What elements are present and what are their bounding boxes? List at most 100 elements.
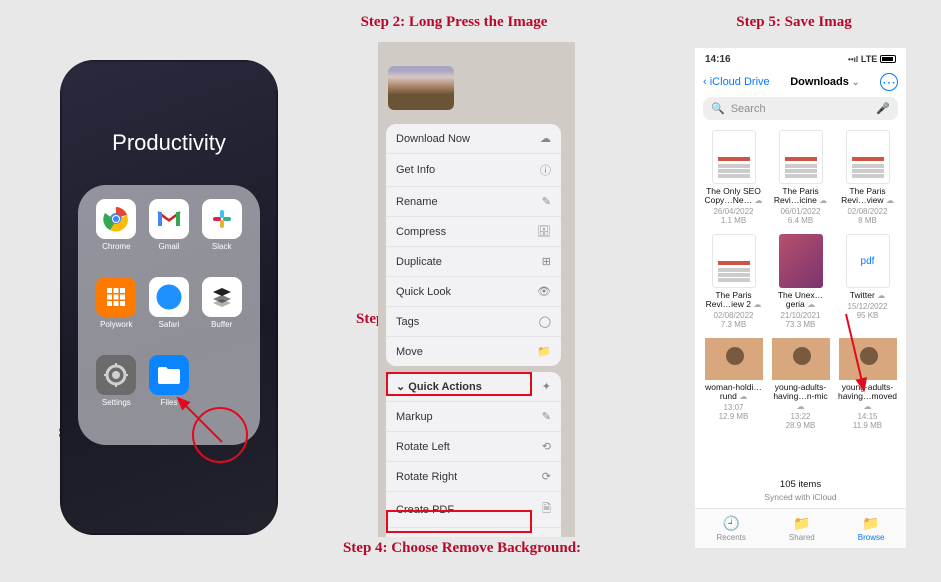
archive-icon: 🗄 — [537, 225, 551, 238]
cloud-icon: ☁ — [797, 402, 805, 411]
cloud-icon: ☁ — [540, 132, 551, 145]
cloud-icon: ☁ — [819, 196, 827, 205]
file-item[interactable]: The Paris Revi…view ☁02/08/20228 MB — [835, 130, 900, 232]
tab-shared[interactable]: 📁Shared — [789, 515, 815, 542]
file-date: 02/08/2022 — [713, 311, 753, 320]
app-label: Safari — [159, 320, 180, 329]
menu-item-move[interactable]: Move📁 — [386, 337, 561, 366]
settings-icon — [96, 355, 136, 395]
folder-title[interactable]: Downloads⌄ — [790, 76, 859, 88]
phone-1-files-app: Productivity Chrome Gmail Slack Polywork — [60, 60, 278, 535]
menu-item-get-info[interactable]: Get Infoⓘ — [386, 154, 561, 187]
search-input[interactable]: 🔍 Search 🎤 — [703, 97, 898, 120]
menu-item-download-now[interactable]: Download Now ☁ — [386, 124, 561, 154]
menu-item-rename[interactable]: Rename✎ — [386, 187, 561, 217]
menu-item-label: Convert Image — [396, 537, 468, 538]
file-date: 02/08/2022 — [847, 207, 887, 216]
file-name: The Paris Revi…icine ☁ — [770, 187, 831, 206]
conv-icon: ⇄ — [542, 536, 551, 537]
app-label: Slack — [212, 242, 232, 251]
file-item[interactable]: The Paris Revi…icine ☁06/01/20226.4 MB — [768, 130, 833, 232]
phone-2-context-menu: Download Now☁Get InfoⓘRename✎Compress🗄Du… — [378, 42, 575, 537]
image-thumbnail[interactable] — [388, 66, 454, 110]
file-item[interactable]: pdfTwitter ☁15/12/202295 KB — [835, 234, 900, 336]
app-settings[interactable]: Settings — [92, 355, 141, 425]
file-size: 1.1 MB — [721, 216, 746, 225]
file-thumbnail — [772, 338, 830, 380]
buffer-icon — [202, 277, 242, 317]
menu-item-rotate-left[interactable]: Rotate Left⟲ — [386, 432, 561, 462]
file-date: 26/04/2022 — [713, 207, 753, 216]
file-thumbnail — [839, 338, 897, 380]
file-date: 13:07 — [723, 403, 743, 412]
gmail-icon — [149, 199, 189, 239]
menu-item-compress[interactable]: Compress🗄 — [386, 217, 561, 247]
cloud-icon: ☁ — [753, 300, 761, 309]
app-buffer[interactable]: Buffer — [197, 277, 246, 347]
file-name: young-adults-having…moved ☁ — [837, 383, 898, 411]
file-item[interactable]: The Unex…geria ☁21/10/202173.3 MB — [768, 234, 833, 336]
menu-item-label: Duplicate — [396, 256, 442, 268]
app-polywork[interactable]: Polywork — [92, 277, 141, 347]
menu-item-label: Rotate Right — [396, 471, 457, 483]
app-label: Chrome — [102, 242, 130, 251]
file-item[interactable]: young-adults-having…n-mic ☁13:2228.9 MB — [768, 338, 833, 440]
file-size: 11.9 MB — [853, 421, 882, 430]
files-grid: The Only SEO Copy…Ne… ☁26/04/20221.1 MBT… — [695, 126, 906, 440]
search-placeholder: Search — [731, 103, 766, 115]
shared-folder-icon: 📁 — [793, 515, 810, 532]
safari-icon — [149, 277, 189, 317]
app-gmail[interactable]: Gmail — [145, 199, 194, 269]
app-safari[interactable]: Safari — [145, 277, 194, 347]
file-name: woman-holdi…rund ☁ — [703, 383, 764, 402]
app-label: Polywork — [100, 320, 132, 329]
back-button[interactable]: ‹ iCloud Drive — [703, 76, 770, 88]
menu-item-label: Tags — [396, 316, 419, 328]
eye-icon: 👁 — [537, 285, 551, 298]
file-thumbnail — [846, 130, 890, 184]
file-thumbnail — [712, 130, 756, 184]
app-chrome[interactable]: Chrome — [92, 199, 141, 269]
quick-actions-highlight-box — [386, 372, 532, 396]
cloud-icon: ☁ — [877, 291, 885, 300]
menu-item-label: Rename — [396, 196, 438, 208]
clock-icon: 🕘 — [722, 515, 739, 532]
folder-icon: 📁 — [862, 515, 879, 532]
menu-item-tags[interactable]: Tags◯ — [386, 307, 561, 337]
file-size: 73.3 MB — [786, 320, 816, 329]
menu-item-label: Move — [396, 346, 423, 358]
cloud-icon: ☁ — [807, 300, 815, 309]
menu-item-duplicate[interactable]: Duplicate⊞ — [386, 247, 561, 277]
file-item[interactable]: woman-holdi…rund ☁13:0712.9 MB — [701, 338, 766, 440]
rotr-icon: ⟳ — [542, 470, 551, 483]
menu-item-label: Rotate Left — [396, 441, 450, 453]
file-date: 13:22 — [790, 412, 810, 421]
file-thumbnail — [779, 130, 823, 184]
item-count: 105 items — [695, 479, 906, 490]
file-name: The Only SEO Copy…Ne… ☁ — [703, 187, 764, 206]
file-item[interactable]: young-adults-having…moved ☁14:1511.9 MB — [835, 338, 900, 440]
file-size: 95 KB — [857, 311, 879, 320]
file-name: The Paris Revi…iew 2 ☁ — [703, 291, 764, 310]
menu-item-markup[interactable]: Markup✎ — [386, 402, 561, 432]
cloud-icon: ☁ — [886, 196, 894, 205]
chevron-down-icon: ⌄ — [852, 77, 860, 88]
status-signal: ••ıl LTE — [848, 54, 896, 65]
more-button[interactable]: ⋯ — [880, 73, 898, 91]
phone-3-files-list: 14:16 ••ıl LTE ‹ iCloud Drive Downloads⌄… — [695, 48, 906, 548]
file-date: 14:15 — [857, 412, 877, 421]
file-item[interactable]: The Only SEO Copy…Ne… ☁26/04/20221.1 MB — [701, 130, 766, 232]
app-slack[interactable]: Slack — [197, 199, 246, 269]
file-thumbnail — [712, 234, 756, 288]
file-item[interactable]: The Paris Revi…iew 2 ☁02/08/20227.3 MB — [701, 234, 766, 336]
app-label: Settings — [102, 398, 131, 407]
app-files[interactable]: Files — [145, 355, 194, 425]
step-4-label: Step 4: Choose Remove Background: — [300, 540, 624, 557]
menu-item-quick-look[interactable]: Quick Look👁 — [386, 277, 561, 307]
menu-item-rotate-right[interactable]: Rotate Right ⟳ — [386, 462, 561, 492]
tab-browse[interactable]: 📁Browse — [858, 515, 885, 542]
menu-item-label: Download Now — [396, 133, 470, 145]
search-icon: 🔍 — [711, 102, 725, 115]
tab-recents[interactable]: 🕘Recents — [717, 515, 746, 542]
files-highlight-circle — [192, 407, 248, 463]
